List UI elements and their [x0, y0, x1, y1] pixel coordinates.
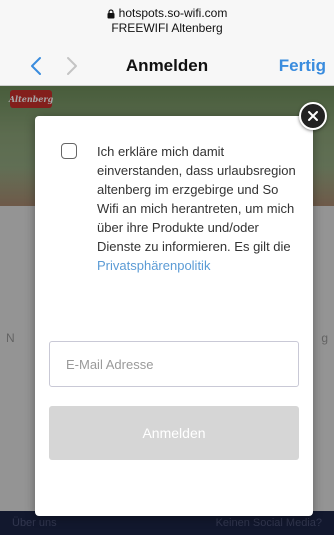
address-bar[interactable]: hotspots.so-wifi.com FREEWIFI Altenberg	[0, 6, 334, 36]
url-line: hotspots.so-wifi.com	[0, 6, 334, 21]
consent-body: Ich erkläre mich damit einverstanden, da…	[97, 144, 296, 254]
site-title: FREEWIFI Altenberg	[111, 21, 223, 35]
url-text: hotspots.so-wifi.com	[118, 6, 228, 20]
consent-checkbox[interactable]	[61, 143, 77, 159]
consent-modal: Ich erkläre mich damit einverstanden, da…	[35, 116, 313, 516]
chevron-right-icon	[67, 57, 77, 75]
privacy-policy-link[interactable]: Privatsphärenpolitik	[97, 258, 210, 273]
lock-icon	[107, 8, 115, 19]
browser-chrome: hotspots.so-wifi.com FREEWIFI Altenberg …	[0, 0, 334, 86]
login-button[interactable]: Anmelden	[49, 406, 299, 460]
done-button[interactable]: Fertig	[279, 56, 326, 76]
email-field[interactable]	[49, 341, 299, 387]
close-button[interactable]	[299, 102, 327, 130]
back-button[interactable]	[22, 52, 50, 80]
chevron-left-icon	[31, 57, 41, 75]
consent-text: Ich erkläre mich damit einverstanden, da…	[97, 142, 297, 275]
navigation-bar: Anmelden Fertig	[0, 50, 334, 84]
forward-button[interactable]	[58, 52, 86, 80]
close-icon	[308, 111, 318, 121]
